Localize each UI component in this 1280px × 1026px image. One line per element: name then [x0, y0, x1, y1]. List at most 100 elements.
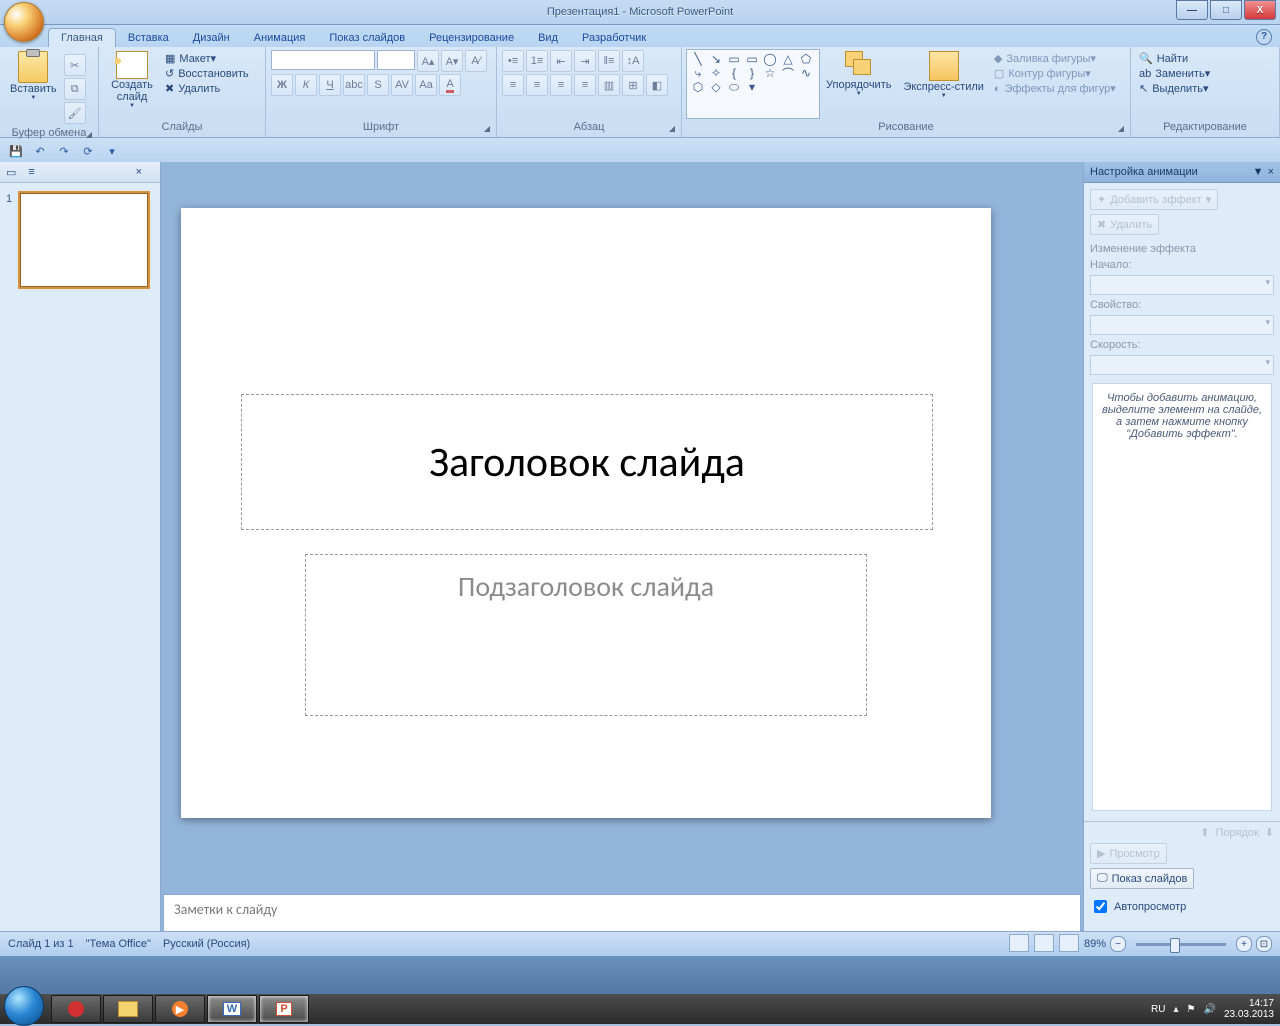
- tray-lang[interactable]: RU: [1151, 1004, 1165, 1015]
- speed-combo[interactable]: [1090, 355, 1274, 375]
- title-placeholder[interactable]: Заголовок слайда: [241, 394, 933, 530]
- select-button[interactable]: ↖Выделить ▾: [1135, 81, 1213, 96]
- align-left-button[interactable]: ≡: [502, 74, 524, 96]
- new-slide-button[interactable]: Создать слайд ▼: [103, 49, 161, 111]
- taskbar-word[interactable]: W: [207, 995, 257, 1023]
- tab-developer[interactable]: Разработчик: [570, 29, 658, 47]
- close-button[interactable]: X: [1244, 0, 1276, 20]
- launcher-icon[interactable]: ◢: [1118, 124, 1124, 133]
- qat-customize-button[interactable]: ▾: [102, 141, 122, 161]
- repeat-button[interactable]: ⟳: [78, 141, 98, 161]
- slideshow-button[interactable]: 🖵 Показ слайдов: [1090, 868, 1194, 889]
- font-size-combo[interactable]: [377, 50, 415, 70]
- taskbar-explorer[interactable]: [103, 995, 153, 1023]
- replace-button[interactable]: abЗаменить ▾: [1135, 66, 1214, 81]
- language-indicator[interactable]: Русский (Россия): [163, 938, 250, 950]
- smartart-button[interactable]: ◧: [646, 74, 668, 96]
- fit-button[interactable]: ⊡: [1256, 936, 1272, 952]
- bullets-button[interactable]: •≡: [502, 50, 524, 72]
- copy-button[interactable]: ⧉: [64, 78, 86, 100]
- tab-slides-icon[interactable]: ▭: [6, 166, 16, 179]
- launcher-icon[interactable]: ◢: [86, 130, 92, 139]
- save-button[interactable]: 💾: [6, 141, 26, 161]
- tab-insert[interactable]: Вставка: [116, 29, 181, 47]
- tab-animation[interactable]: Анимация: [242, 29, 318, 47]
- add-effect-button[interactable]: ✦ Добавить эффект ▾: [1090, 189, 1218, 210]
- preview-button[interactable]: ▶ Просмотр: [1090, 843, 1167, 864]
- italic-button[interactable]: К: [295, 74, 317, 96]
- launcher-icon[interactable]: ◢: [669, 124, 675, 133]
- columns-button[interactable]: ▥: [598, 74, 620, 96]
- align-right-button[interactable]: ≡: [550, 74, 572, 96]
- subtitle-placeholder[interactable]: Подзаголовок слайда: [305, 554, 867, 716]
- start-combo[interactable]: [1090, 275, 1274, 295]
- format-painter-button[interactable]: 🖌: [64, 102, 86, 124]
- zoom-in-button[interactable]: +: [1236, 936, 1252, 952]
- shape-effects-button[interactable]: ◐Эффекты для фигур ▾: [990, 81, 1120, 96]
- spacing-button[interactable]: AV: [391, 74, 413, 96]
- font-family-combo[interactable]: [271, 50, 375, 70]
- strike-button[interactable]: abc: [343, 74, 365, 96]
- cut-button[interactable]: ✂: [64, 54, 86, 76]
- bold-button[interactable]: Ж: [271, 74, 293, 96]
- numbering-button[interactable]: 1≡: [526, 50, 548, 72]
- quick-styles-button[interactable]: Экспресс-стили▼: [897, 49, 989, 101]
- panel-close-icon[interactable]: ×: [136, 166, 142, 178]
- remove-effect-button[interactable]: ✖ Удалить: [1090, 214, 1159, 235]
- normal-view-button[interactable]: [1009, 934, 1029, 952]
- arrange-button[interactable]: Упорядочить▼: [820, 49, 897, 99]
- zoom-slider[interactable]: [1136, 943, 1226, 946]
- layout-button[interactable]: ▦Макет ▾: [161, 51, 253, 66]
- indent-button[interactable]: ⇥: [574, 50, 596, 72]
- reorder-up-icon[interactable]: ⬆: [1200, 826, 1209, 839]
- slideshow-view-button[interactable]: [1059, 934, 1079, 952]
- slide-thumbnail-1[interactable]: 1: [20, 193, 150, 287]
- taskbar-mediaplayer[interactable]: ▶: [155, 995, 205, 1023]
- tab-outline-icon[interactable]: ≡: [28, 166, 34, 178]
- slide-canvas[interactable]: Заголовок слайда Подзаголовок слайда: [161, 162, 1083, 932]
- help-icon[interactable]: ?: [1256, 29, 1272, 45]
- shadow-button[interactable]: S: [367, 74, 389, 96]
- redo-button[interactable]: ↷: [54, 141, 74, 161]
- taskbar-powerpoint[interactable]: P: [259, 995, 309, 1023]
- zoom-out-button[interactable]: −: [1110, 936, 1126, 952]
- maximize-button[interactable]: □: [1210, 0, 1242, 20]
- change-case-button[interactable]: Aa: [415, 74, 437, 96]
- delete-slide-button[interactable]: ✖Удалить: [161, 81, 253, 96]
- start-button[interactable]: [4, 986, 44, 1026]
- tab-view[interactable]: Вид: [526, 29, 570, 47]
- minimize-button[interactable]: —: [1176, 0, 1208, 20]
- outdent-button[interactable]: ⇤: [550, 50, 572, 72]
- tray-flag-icon[interactable]: ⚑: [1187, 1004, 1196, 1015]
- underline-button[interactable]: Ч: [319, 74, 341, 96]
- font-color-button[interactable]: A: [439, 74, 461, 96]
- line-spacing-button[interactable]: ‖≡: [598, 50, 620, 72]
- sorter-view-button[interactable]: [1034, 934, 1054, 952]
- find-button[interactable]: 🔍Найти: [1135, 51, 1192, 66]
- launcher-icon[interactable]: ◢: [484, 124, 490, 133]
- justify-button[interactable]: ≡: [574, 74, 596, 96]
- autopreview-checkbox[interactable]: Автопросмотр: [1090, 897, 1274, 916]
- shrink-font-button[interactable]: A▾: [441, 50, 463, 72]
- grow-font-button[interactable]: A▴: [417, 50, 439, 72]
- shapes-gallery[interactable]: ╲↘▭▭◯△ ⬠⤷✧{}☆ ⌒∿⬡◇⬭▾: [686, 49, 820, 119]
- tab-home[interactable]: Главная: [48, 28, 116, 47]
- tab-slideshow[interactable]: Показ слайдов: [317, 29, 417, 47]
- undo-button[interactable]: ↶: [30, 141, 50, 161]
- reorder-down-icon[interactable]: ⬇: [1265, 826, 1274, 839]
- tab-design[interactable]: Дизайн: [181, 29, 242, 47]
- shape-fill-button[interactable]: ◆Заливка фигуры ▾: [990, 51, 1120, 66]
- text-direction-button[interactable]: ↕A: [622, 50, 644, 72]
- tray-up-icon[interactable]: ▴: [1173, 1004, 1178, 1015]
- zoom-level[interactable]: 89%: [1084, 938, 1106, 950]
- pane-menu-icon[interactable]: ▼: [1253, 166, 1264, 178]
- align-text-button[interactable]: ⊞: [622, 74, 644, 96]
- tray-clock[interactable]: 14:17 23.03.2013: [1224, 998, 1274, 1020]
- tab-review[interactable]: Рецензирование: [417, 29, 526, 47]
- property-combo[interactable]: [1090, 315, 1274, 335]
- office-button[interactable]: [4, 2, 44, 42]
- shape-outline-button[interactable]: ▢Контур фигуры ▾: [990, 66, 1120, 81]
- align-center-button[interactable]: ≡: [526, 74, 548, 96]
- clear-format-button[interactable]: A⁄: [465, 50, 487, 72]
- pane-close-icon[interactable]: ×: [1268, 166, 1274, 178]
